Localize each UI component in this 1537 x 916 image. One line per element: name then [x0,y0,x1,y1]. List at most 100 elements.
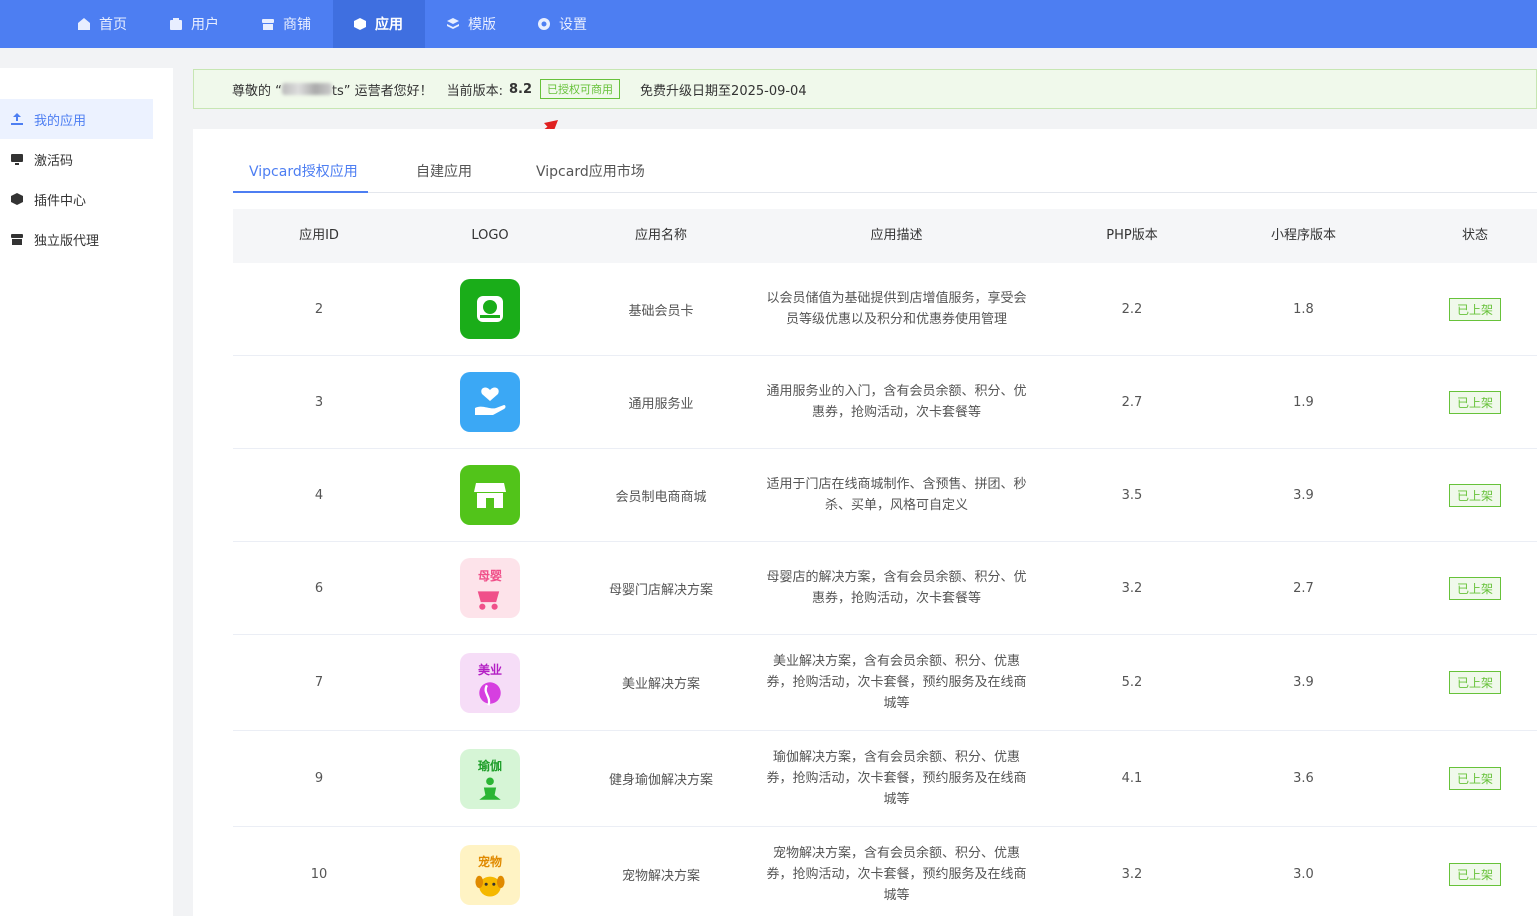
nav-item-settings[interactable]: 设置 [537,0,607,48]
redacted-name [281,83,332,95]
upload-icon [11,113,23,125]
nav-label: 设置 [559,17,587,33]
th-mini-version: 小程序版本 [1270,228,1336,243]
status-badge: 已上架 [1448,483,1501,507]
cell-status: 已上架 [1389,827,1537,916]
sidebar-item-label: 插件中心 [34,193,87,209]
status-badge: 已上架 [1448,390,1501,414]
cell-desc: 母婴店的解决方案，含有会员余额、积分、优惠券，抢购活动，次卡套餐等 [766,570,1027,606]
cell-php: 3.5 [1121,487,1143,503]
cell-id: 2 [314,301,324,317]
upgrade-date: 免费升级日期至2025-09-04 [640,83,807,99]
cell-status: 已上架 [1389,542,1537,634]
cell-mini: 3.6 [1293,771,1314,786]
sidebar-item-label: 我的应用 [34,113,87,129]
sidebar-item-label: 激活码 [34,153,74,169]
sidebar-item-activation-code[interactable]: 激活码 [0,139,153,179]
cell-logo [405,449,575,541]
cell-desc: 宠物解决方案，含有会员余额、积分、优惠券，抢购活动，次卡套餐，预约服务及在线商城… [766,846,1027,903]
cell-mini: 1.8 [1293,301,1314,317]
tab-self-built[interactable]: 自建应用 [416,159,486,193]
nav-label: 商铺 [283,17,311,33]
cell-status: 已上架 [1389,356,1537,448]
table-row: 3 通用服务业 通用服务业的入门，含有会员余额、积分、优惠券，抢购活动，次卡套餐… [233,356,1537,449]
baby-logo: 母婴 [460,558,520,618]
th-php-version: PHP版本 [1106,228,1158,243]
tab-vipcard-authorized[interactable]: Vipcard授权应用 [233,159,368,193]
cell-id: 4 [314,487,324,503]
cell-status: 已上架 [1389,635,1537,730]
logo-text: 瑜伽 [477,759,502,773]
greeting-prefix: 尊敬的 “ [232,83,282,99]
sidebar-item-my-apps[interactable]: 我的应用 [0,99,153,139]
cell-php: 5.2 [1121,675,1143,690]
cell-php: 3.2 [1121,867,1143,882]
th-app-id: 应用ID [299,228,339,243]
sidebar-item-label: 独立版代理 [34,233,100,249]
heart-hand-logo [460,372,520,432]
status-badge: 已上架 [1448,297,1501,321]
cell-status: 已上架 [1389,731,1537,826]
gear-icon [538,18,550,30]
cell-logo: 宠物 [405,827,575,916]
beauty-logo: 美业 [460,652,520,713]
nav-label: 应用 [375,17,403,33]
logo-text: 母婴 [477,568,502,583]
cell-mini: 3.9 [1293,675,1314,690]
screen-icon [11,154,23,165]
cell-mini: 3.0 [1293,867,1314,882]
cell-id: 9 [314,771,324,786]
yoga-logo: 瑜伽 [460,748,520,809]
tab-vipcard-market[interactable]: Vipcard应用市场 [536,159,656,193]
version-value: 8.2 [509,81,533,97]
sidebar-item-plugin-center[interactable]: 插件中心 [0,179,153,219]
cell-id: 3 [314,394,324,410]
cell-mini: 3.9 [1293,487,1314,503]
table-row: 4 会员制电商商城 适用于门店在线商城制作、含预售、拼团、秒杀、买单，风格可自定… [233,449,1537,542]
cell-desc: 美业解决方案，含有会员余额、积分、优惠券，抢购活动，次卡套餐，预约服务及在线商城… [766,654,1027,711]
status-badge: 已上架 [1448,767,1501,790]
sidebar-item-agent[interactable]: 独立版代理 [0,219,153,259]
nav-item-apps[interactable]: 应用 [333,0,425,48]
shop-logo [460,465,520,525]
cell-name: 宠物解决方案 [621,869,700,884]
cell-status: 已上架 [1389,449,1537,541]
cell-id: 6 [314,580,324,596]
main-panel: Vipcard授权应用 自建应用 Vipcard应用市场 应用ID LOGO 应… [193,129,1537,916]
cell-logo: 母婴 [405,542,575,634]
table-row: 2 基础会员卡 以会员储值为基础提供到店增值服务，享受会员等级优惠以及积分和优惠… [233,263,1537,356]
table-row: 6 母婴 母婴门店解决方案 母婴店的解决方案，含有会员余额、积分、优惠券，抢购活… [233,542,1537,635]
nav-label: 模版 [468,17,496,33]
cell-logo [405,263,575,355]
cell-mini: 1.9 [1293,394,1314,410]
cell-id: 7 [314,675,324,690]
top-nav: 首页 用户 商铺 应用 模版 设置 [0,0,1537,48]
logo-text: 宠物 [477,855,502,869]
cell-php: 2.2 [1121,301,1143,317]
table-row: 10 宠物 宠物解决方案 宠物解决方案，含有会员余额、积分、优惠券，抢购活动，次… [233,827,1537,916]
nav-item-store[interactable]: 商铺 [261,0,331,48]
nav-item-home[interactable]: 首页 [77,0,147,48]
store-icon [262,19,274,30]
cell-desc: 瑜伽解决方案，含有会员余额、积分、优惠券，抢购活动，次卡套餐，预约服务及在线商城… [766,750,1027,807]
th-logo: LOGO [471,228,509,243]
cell-name: 基础会员卡 [628,303,694,319]
cell-name: 会员制电商商城 [615,489,707,505]
sidebar: 我的应用 激活码 插件中心 独立版代理 [0,68,173,916]
cell-name: 美业解决方案 [621,677,700,692]
cell-mini: 2.7 [1293,580,1314,596]
cell-php: 3.2 [1121,580,1143,596]
cell-php: 4.1 [1121,771,1143,786]
user-icon [170,18,182,30]
cell-id: 10 [310,867,328,882]
th-status: 状态 [1461,228,1488,243]
th-app-desc: 应用描述 [870,228,923,243]
table-header: 应用ID LOGO 应用名称 应用描述 PHP版本 小程序版本 状态 [233,209,1537,263]
nav-item-templates[interactable]: 模版 [446,0,516,48]
th-app-name: 应用名称 [634,228,687,243]
status-badge: 已上架 [1448,671,1501,694]
nav-item-user[interactable]: 用户 [169,0,239,48]
cell-desc: 通用服务业的入门，含有会员余额、积分、优惠券，抢购活动，次卡套餐等 [766,384,1027,420]
cell-status: 已上架 [1389,263,1537,355]
app-tabs: Vipcard授权应用 自建应用 Vipcard应用市场 [233,159,1537,193]
